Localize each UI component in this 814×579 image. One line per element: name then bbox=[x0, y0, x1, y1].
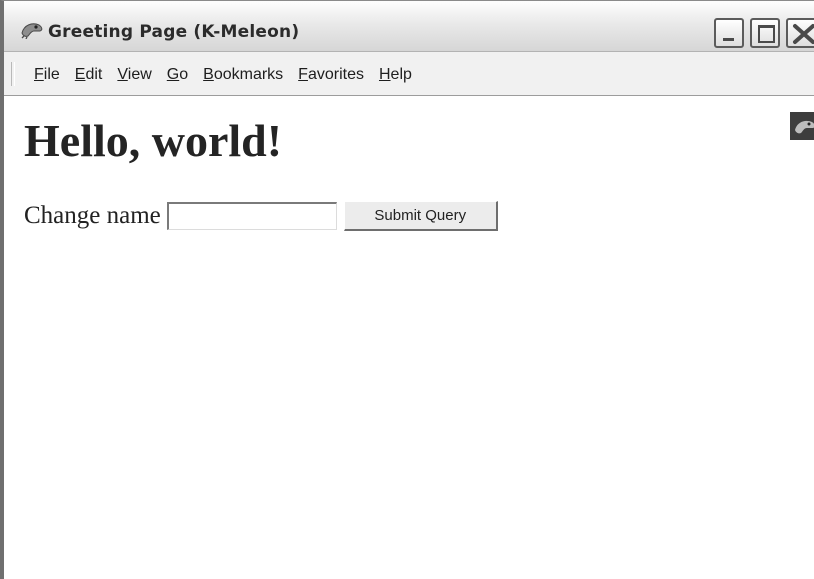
k-meleon-icon bbox=[20, 19, 44, 40]
maximize-button[interactable] bbox=[750, 18, 780, 48]
window-title: Greeting Page (K-Meleon) bbox=[48, 22, 300, 42]
change-name-label: Change name bbox=[24, 202, 161, 229]
menu-file[interactable]: File bbox=[34, 66, 60, 84]
submit-query-button[interactable]: Submit Query bbox=[343, 201, 498, 231]
menu-favorites[interactable]: Favorites bbox=[298, 66, 364, 84]
menu-edit[interactable]: Edit bbox=[75, 66, 103, 84]
menu-view[interactable]: View bbox=[117, 66, 151, 84]
browser-window: Greeting Page (K-Meleon) File Edit View … bbox=[0, 0, 814, 579]
menu-bookmarks[interactable]: Bookmarks bbox=[203, 66, 283, 84]
minimize-button[interactable] bbox=[714, 18, 744, 48]
change-name-form: Change name Submit Query bbox=[24, 201, 498, 231]
menu-go[interactable]: Go bbox=[167, 66, 188, 84]
page-content: Hello, world! Change name Submit Query bbox=[22, 96, 814, 579]
menu-items: File Edit View Go Bookmarks Favorites He… bbox=[34, 66, 427, 84]
name-input[interactable] bbox=[166, 202, 337, 230]
close-icon bbox=[793, 24, 814, 44]
page-heading: Hello, world! bbox=[24, 115, 283, 166]
title-bar[interactable]: Greeting Page (K-Meleon) bbox=[4, 1, 814, 52]
menu-bar: File Edit View Go Bookmarks Favorites He… bbox=[4, 52, 814, 140]
toolbar-grip[interactable] bbox=[11, 62, 15, 86]
close-button[interactable] bbox=[786, 18, 814, 48]
menu-help[interactable]: Help bbox=[379, 66, 412, 84]
